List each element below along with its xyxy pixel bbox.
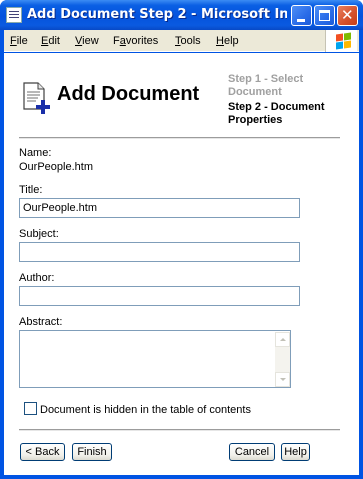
help-button[interactable]: Help (281, 443, 310, 461)
name-label: Name: (19, 147, 52, 159)
hidden-checkbox-label[interactable]: Document is hidden in the table of conte… (40, 404, 251, 416)
page-content: Add Document Step 1 - Select Document St… (4, 53, 359, 475)
back-button[interactable]: < Back (20, 443, 65, 461)
subject-input[interactable] (19, 242, 300, 262)
minimize-button[interactable] (291, 5, 312, 26)
step-2-label: Step 2 - Document Properties (228, 101, 325, 126)
header-divider (19, 137, 340, 139)
step-1-label: Step 1 - Select Document (228, 73, 304, 98)
scroll-down-button[interactable] (275, 372, 290, 387)
menu-favorites[interactable]: Favorites (113, 35, 158, 47)
menu-help-label: elp (223, 35, 239, 47)
cancel-button[interactable]: Cancel (229, 443, 275, 461)
maximize-button[interactable] (314, 5, 335, 26)
abstract-textarea[interactable] (19, 330, 291, 388)
menu-view-label: iew (82, 35, 99, 47)
menu-view[interactable]: View (75, 35, 99, 47)
footer-divider (19, 429, 340, 431)
menu-edit[interactable]: Edit (41, 35, 60, 47)
browser-window: Add Document Step 2 - Microsoft Intern..… (0, 0, 363, 479)
title-bar[interactable]: Add Document Step 2 - Microsoft Intern..… (0, 0, 363, 30)
menu-favorites-label: vorites (125, 35, 159, 47)
scroll-up-button[interactable] (275, 332, 290, 347)
name-value: OurPeople.htm (19, 161, 93, 173)
author-label: Author: (19, 272, 55, 284)
arrow-up-icon (280, 338, 286, 341)
menu-help[interactable]: Help (216, 35, 239, 47)
author-input[interactable] (19, 286, 300, 306)
page-title: Add Document (57, 83, 200, 105)
menu-edit-label: dit (48, 35, 60, 47)
abstract-label: Abstract: (19, 316, 63, 328)
page-icon (6, 7, 22, 23)
title-input[interactable]: OurPeople.htm (19, 198, 300, 218)
abstract-scrollbar[interactable] (275, 332, 290, 387)
windows-logo-icon (325, 30, 357, 52)
menu-help-mnemonic: H (216, 35, 224, 47)
subject-label: Subject: (19, 228, 59, 240)
menu-favorites-prefix: F (113, 35, 120, 47)
menu-file-mnemonic: F (10, 35, 17, 47)
maximize-icon (319, 10, 330, 21)
title-label: Title: (19, 184, 43, 196)
hidden-checkbox[interactable] (24, 402, 37, 415)
close-icon: ✕ (341, 6, 354, 24)
window-bottom-border (0, 475, 363, 479)
menu-file[interactable]: File (10, 35, 28, 47)
finish-button[interactable]: Finish (72, 443, 112, 461)
document-add-icon (23, 82, 50, 114)
menu-tools[interactable]: Tools (175, 35, 201, 47)
menu-file-label: ile (16, 35, 28, 47)
arrow-down-icon (280, 378, 286, 381)
close-button[interactable]: ✕ (337, 5, 358, 26)
window-title: Add Document Step 2 - Microsoft Intern..… (27, 7, 287, 22)
menu-tools-label: ools (180, 35, 201, 47)
minimize-icon (297, 19, 305, 22)
menu-bar: File Edit View Favorites Tools Help (4, 30, 359, 52)
